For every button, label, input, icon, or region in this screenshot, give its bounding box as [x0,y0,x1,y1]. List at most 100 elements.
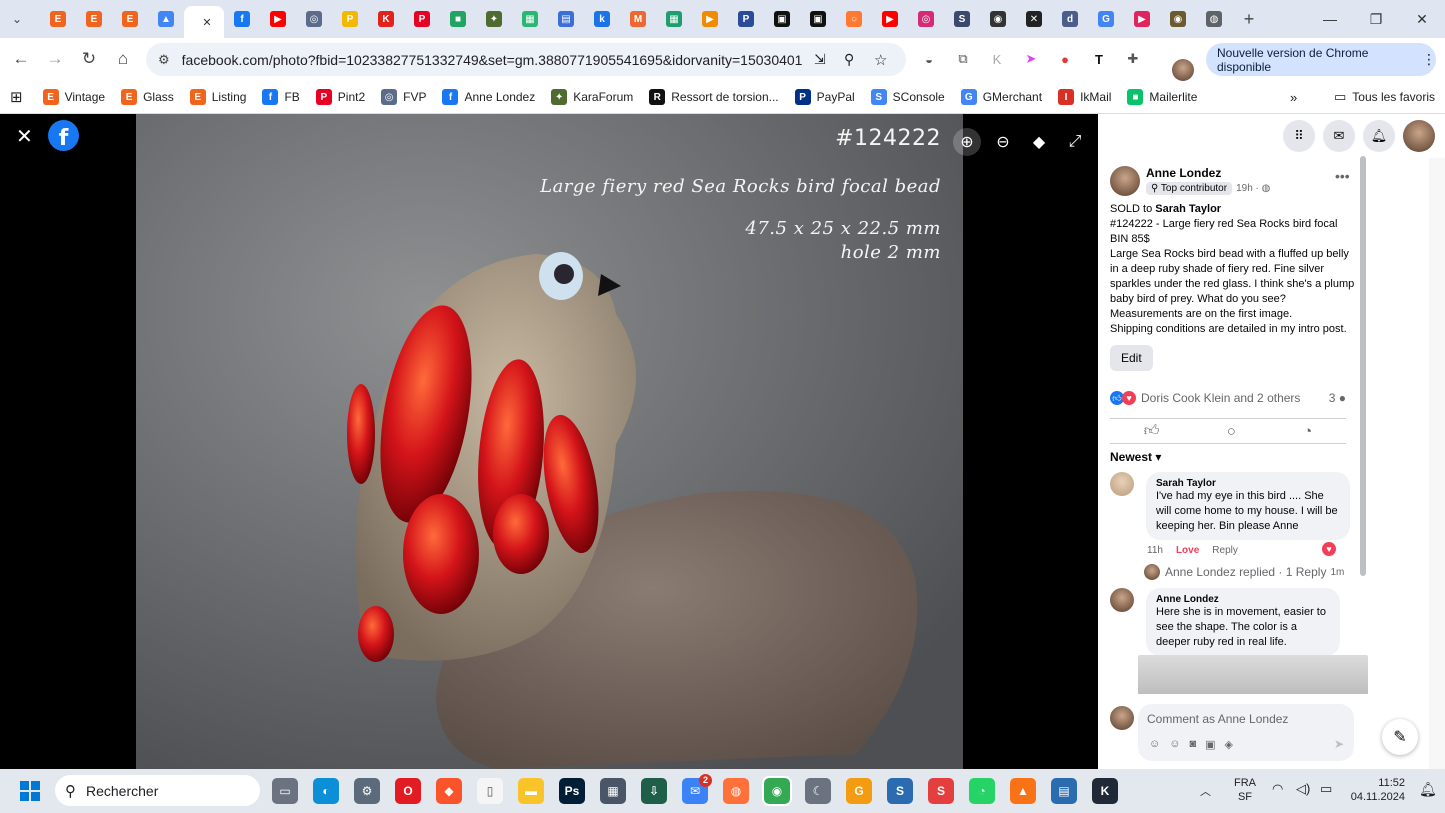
notification-bell-icon[interactable]: 🔔︎ [1419,781,1437,798]
bookmark-item[interactable]: E Vintage [42,89,105,105]
browser-tab[interactable]: P [404,0,440,38]
bookmark-item[interactable]: G GMerchant [960,89,1042,105]
extensions-puzzle-icon[interactable]: ✚ [1122,48,1144,70]
profile-avatar[interactable] [1172,58,1194,81]
browser-tab[interactable]: ◉ [980,0,1016,38]
bookmark-item[interactable]: P PayPal [794,89,855,105]
reactions-row[interactable]: 👍︎ ♥ Doris Cook Klein and 2 others 3 ● [1110,391,1346,405]
browser-tab[interactable]: ◎ [908,0,944,38]
messenger-app-icon[interactable]: ✉ 2 [682,774,712,804]
commenter-avatar[interactable] [1110,472,1134,496]
more-bookmarks-icon[interactable]: » [1290,90,1297,105]
restore-button[interactable]: ❐ [1353,0,1399,38]
browser-tab[interactable]: d [1052,0,1088,38]
browser-tab[interactable]: ▣ [800,0,836,38]
extension-color-icon[interactable]: ● [1054,48,1076,70]
close-window-button[interactable]: ✕ [1399,0,1445,38]
bookmark-item[interactable]: E Listing [189,89,246,105]
notifications-bell-icon[interactable]: 🔔︎ [1363,120,1395,152]
chrome-icon[interactable]: ◉ [762,776,792,806]
zoom-icon[interactable]: ⚲ [844,51,854,68]
fullscreen-icon[interactable]: ⤢ [1061,128,1089,156]
bookmark-item[interactable]: I IkMail [1058,89,1111,105]
messenger-icon[interactable]: ✉ [1323,120,1355,152]
panel-scrollbar[interactable] [1360,156,1366,576]
browser-tab[interactable]: S [944,0,980,38]
bookmark-item[interactable]: E Glass [121,89,174,105]
bookmark-item[interactable]: f FB [262,89,300,105]
sold-to-link[interactable]: Sarah Taylor [1155,203,1221,215]
edge-icon[interactable]: ◐ [313,778,339,804]
back-button[interactable]: ← [4,42,38,76]
brave-icon[interactable]: ◆ [436,778,462,804]
windows-start-icon[interactable] [20,781,40,801]
camera-icon[interactable]: ◙ [1189,738,1196,751]
all-bookmarks-folder[interactable]: ▭ Tous les favoris [1334,89,1435,105]
site-info-icon[interactable]: ⚙ [158,52,170,68]
reload-button[interactable]: ↻ [72,42,106,76]
install-icon[interactable]: ⇲ [814,51,826,68]
browser-tab[interactable]: ▶ [872,0,908,38]
browser-tab[interactable]: E [76,0,112,38]
taskbar-search[interactable]: ⚲ Rechercher [55,775,260,806]
browser-tab[interactable]: M [620,0,656,38]
forward-button[interactable]: → [38,42,72,76]
reply-button[interactable]: Reply [1212,545,1238,556]
bookmark-item[interactable]: ✦ KaraForum [551,89,633,105]
browser-tab[interactable]: ■ [440,0,476,38]
bookmark-item[interactable]: ■ Mailerlite [1127,89,1197,105]
post-time[interactable]: 19h · ◍ [1236,183,1270,194]
vlc-icon[interactable]: ▲ [1010,778,1036,804]
love-button[interactable]: Love [1176,545,1199,556]
calculator-icon[interactable]: ▦ [600,778,626,804]
comment-sort-dropdown[interactable]: Newest ▾ [1110,450,1161,464]
browser-tab[interactable]: P [332,0,368,38]
send-icon[interactable]: ➤ [1334,737,1344,751]
gif-icon[interactable]: ▣ [1205,738,1215,751]
comment-time[interactable]: 11h [1147,545,1163,556]
wifi-icon[interactable]: ◠ [1272,781,1283,797]
like-button-icon[interactable]: 👍︎ [1144,422,1160,440]
chrome-update-button[interactable]: Nouvelle version de Chrome disponible ⋮ [1206,43,1436,76]
browser-tab[interactable]: ◍ [1196,0,1232,38]
comment-input[interactable]: Comment as Anne Londez ☺ ☺ ◙ ▣ ◈ ➤ [1138,704,1354,761]
bookmark-item[interactable]: R Ressort de torsion... [649,89,779,105]
browser-tab[interactable]: ✦ [476,0,512,38]
new-tab-button[interactable]: + [1232,2,1266,36]
commenter-name[interactable]: Sarah Taylor [1156,478,1340,489]
extension-code-icon[interactable]: ⧉ [952,48,974,70]
bookmark-item[interactable]: ◎ FVP [381,89,426,105]
file-explorer-icon[interactable]: ▬ [518,778,544,804]
browser-tab[interactable]: ○ [836,0,872,38]
vpn-icon[interactable]: ☾ [805,778,831,804]
k-app-icon[interactable]: K [1092,778,1118,804]
browser-tab[interactable]: ▶ [692,0,728,38]
volume-icon[interactable]: ◁) [1296,781,1310,797]
opera-icon[interactable]: O [395,778,421,804]
browser-tab[interactable]: ▤ [548,0,584,38]
browser-tab[interactable]: k [584,0,620,38]
s-red-icon[interactable]: S [928,778,954,804]
settings-icon[interactable]: ⚙ [354,778,380,804]
minimize-button[interactable]: — [1307,0,1353,38]
comment-image[interactable] [1138,655,1368,695]
author-avatar[interactable] [1110,166,1140,196]
browser-tab[interactable]: ◎ [296,0,332,38]
close-viewer-button[interactable]: ✕ [16,124,33,149]
extension-mask-icon[interactable]: ◒ [918,48,940,70]
emoji-icon[interactable]: ☺ [1169,738,1180,751]
browser-tab[interactable]: ▦ [512,0,548,38]
facebook-logo-icon[interactable]: f [48,120,79,151]
commenter-avatar[interactable] [1110,588,1134,612]
account-avatar[interactable] [1403,120,1435,152]
task-view-icon[interactable]: ▭ [272,778,298,804]
extension-k-icon[interactable]: K [986,48,1008,70]
document-icon[interactable]: ▤ [1051,778,1077,804]
zoom-out-icon[interactable]: ⊖ [989,128,1017,156]
page-scrollbar[interactable] [1429,158,1445,769]
author-name[interactable]: Anne Londez [1146,166,1270,180]
browser-tab[interactable]: ▶ [260,0,296,38]
browser-tab[interactable]: ◉ [1160,0,1196,38]
s-blue-icon[interactable]: S [887,778,913,804]
browser-tab[interactable]: ▦ [656,0,692,38]
